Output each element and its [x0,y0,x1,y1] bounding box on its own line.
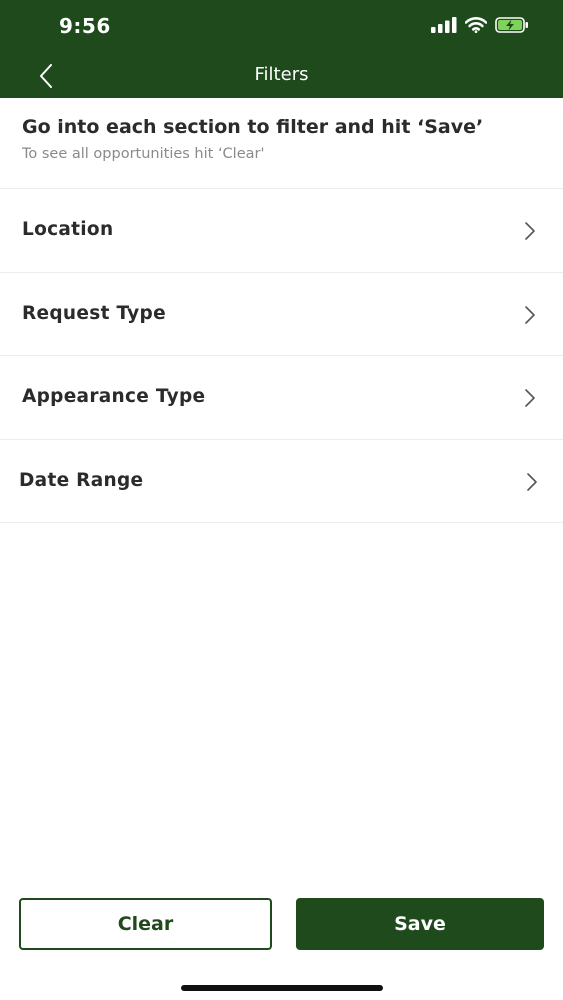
instructions: Go into each section to filter and hit ‘… [0,98,563,189]
chevron-right-icon [527,472,537,491]
clear-button[interactable]: Clear [19,898,272,950]
filter-row-request-type[interactable]: Request Type [0,273,563,356]
filter-row-date-range[interactable]: Date Range [0,440,563,523]
filter-label: Request Type [22,302,166,324]
wifi-icon [465,17,487,33]
home-indicator [181,985,383,991]
status-icons [431,17,529,33]
chevron-right-icon [525,305,535,324]
filter-list: Location Request Type Appearance Type Da… [0,189,563,523]
instructions-title: Go into each section to filter and hit ‘… [22,116,484,138]
filter-row-appearance-type[interactable]: Appearance Type [0,356,563,440]
instructions-subtitle: To see all opportunities hit ‘Clear' [22,146,265,162]
battery-charging-icon [495,17,528,33]
filter-label: Location [22,219,114,240]
filter-label: Appearance Type [22,386,206,407]
filter-row-location[interactable]: Location [0,189,563,273]
navigation-bar: Filters [0,50,563,98]
chevron-right-icon [525,222,535,240]
filter-label: Date Range [19,469,144,491]
header-bar: 9:56 Filters [0,0,563,98]
chevron-right-icon [525,389,535,407]
status-bar: 9:56 [0,0,563,50]
status-time: 9:56 [59,14,111,38]
cellular-signal-icon [431,17,457,33]
save-button[interactable]: Save [296,898,544,950]
page-title: Filters [254,64,309,85]
